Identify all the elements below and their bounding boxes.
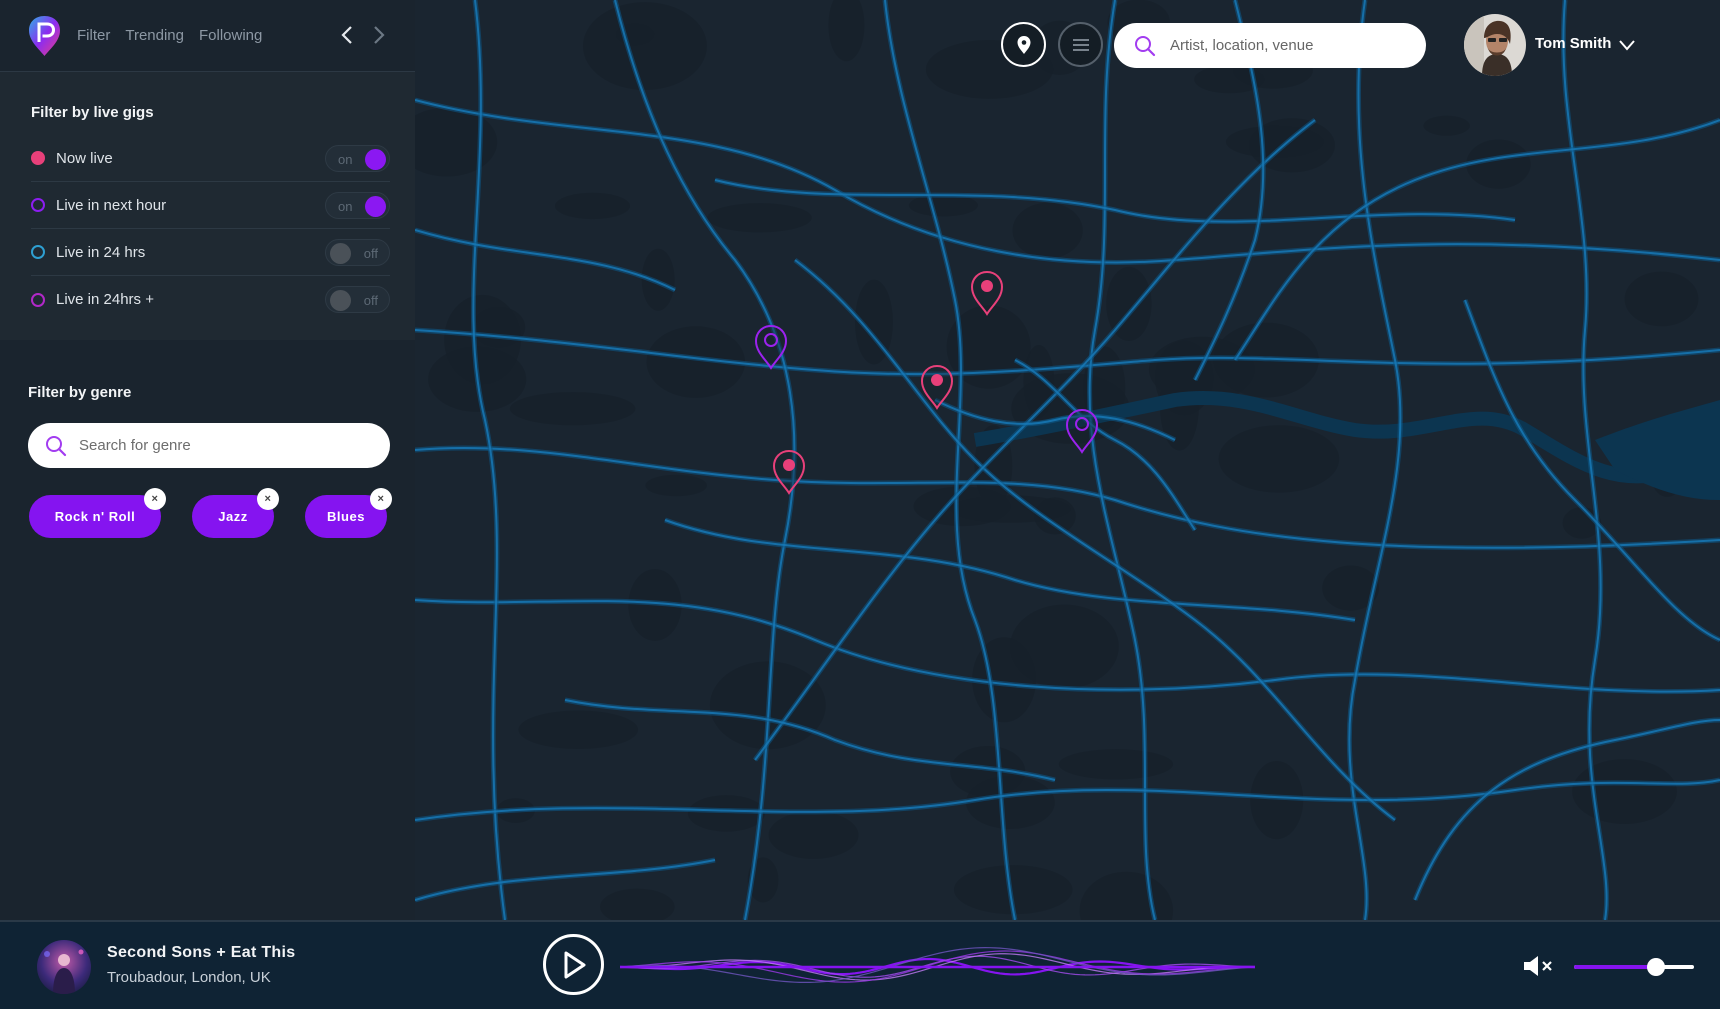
remove-chip-icon[interactable]: × xyxy=(144,488,166,510)
live-gigs-filter: Filter by live gigs Now live on Live in ne… xyxy=(0,72,415,340)
live-filter-row[interactable]: Now live on xyxy=(31,135,390,182)
live-filter-row[interactable]: Live in 24hrs + off xyxy=(31,276,390,323)
back-arrow-icon[interactable] xyxy=(338,22,356,48)
volume-slider[interactable] xyxy=(1574,958,1694,976)
live-filter-row[interactable]: Live in 24 hrs off xyxy=(31,229,390,276)
track-venue: Troubadour, London, UK xyxy=(107,969,271,986)
genre-filter: Filter by genre Rock n' Roll × Jazz × Blues × xyxy=(0,340,415,555)
main-search-box xyxy=(1114,23,1426,68)
toggle-state-label: off xyxy=(363,246,378,261)
album-cover[interactable] xyxy=(37,940,91,994)
history-nav xyxy=(338,22,388,48)
upcoming-gig-pin-icon[interactable] xyxy=(1064,408,1100,454)
gig-map[interactable] xyxy=(415,0,1720,920)
status-dot-icon xyxy=(31,292,45,307)
nav-filter[interactable]: Filter xyxy=(77,27,110,44)
user-name[interactable]: Tom Smith xyxy=(1535,35,1611,52)
live-gigs-title: Filter by live gigs xyxy=(31,104,154,121)
mute-icon[interactable] xyxy=(1522,954,1554,978)
genre-chip-label: Rock n' Roll xyxy=(54,509,136,524)
toggle-knob xyxy=(365,149,386,170)
user-avatar[interactable] xyxy=(1464,14,1526,76)
hamburger-icon xyxy=(1072,38,1089,51)
chevron-down-icon[interactable] xyxy=(1618,38,1636,52)
toggle-state-label: on xyxy=(338,152,353,167)
search-icon xyxy=(1135,35,1156,56)
genre-chip-label: Blues xyxy=(327,509,365,524)
live-filter-label: Live in next hour xyxy=(56,196,167,214)
toggle-knob xyxy=(330,290,351,311)
live-filter-toggle[interactable]: on xyxy=(325,192,390,219)
menu-button[interactable] xyxy=(1058,22,1103,67)
audio-waveform[interactable] xyxy=(620,942,1255,992)
nav-trending[interactable]: Trending xyxy=(125,27,184,44)
live-filter-label: Live in 24 hrs xyxy=(56,243,146,261)
status-dot-icon xyxy=(31,151,45,165)
live-gig-pin-icon[interactable] xyxy=(771,449,807,495)
live-gig-pin-icon[interactable] xyxy=(919,364,955,410)
upcoming-gig-pin-icon[interactable] xyxy=(753,324,789,370)
live-filter-row[interactable]: Live in next hour on xyxy=(31,182,390,229)
genre-search-box xyxy=(28,423,390,468)
live-filter-label: Live in 24hrs + xyxy=(56,291,154,308)
app-logo-icon[interactable] xyxy=(27,14,62,58)
live-filter-toggle[interactable]: off xyxy=(325,286,390,313)
toggle-knob xyxy=(365,196,386,217)
play-icon xyxy=(564,951,585,978)
toggle-state-label: off xyxy=(363,293,378,308)
remove-chip-icon[interactable]: × xyxy=(257,488,279,510)
sidebar-header: Filter Trending Following xyxy=(0,0,415,72)
status-dot-icon xyxy=(31,198,45,212)
genre-chip-label: Jazz xyxy=(218,509,248,524)
filter-sidebar: Filter Trending Following Filter by live… xyxy=(0,0,415,920)
play-button[interactable] xyxy=(543,934,604,995)
live-filter-label: Now live xyxy=(56,149,113,167)
location-pin-icon xyxy=(1017,35,1030,54)
live-filter-toggle[interactable]: off xyxy=(325,239,390,266)
road-network xyxy=(415,0,1720,920)
live-gig-pin-icon[interactable] xyxy=(969,270,1005,316)
toggle-knob xyxy=(330,243,351,264)
genre-chip[interactable]: Rock n' Roll × xyxy=(29,488,166,538)
location-button[interactable] xyxy=(1001,22,1046,67)
live-filter-toggle[interactable]: on xyxy=(325,145,390,172)
toggle-state-label: on xyxy=(338,199,353,214)
track-title: Second Sons + Eat This xyxy=(107,944,296,961)
genre-chip[interactable]: Jazz × xyxy=(192,488,279,538)
nav-following[interactable]: Following xyxy=(199,27,262,44)
genre-search-input[interactable] xyxy=(79,437,359,454)
main-search-input[interactable] xyxy=(1170,37,1410,54)
genre-chips: Rock n' Roll × Jazz × Blues × xyxy=(28,488,392,555)
volume-handle[interactable] xyxy=(1646,958,1665,976)
forward-arrow-icon[interactable] xyxy=(370,22,388,48)
status-dot-icon xyxy=(31,245,45,259)
search-icon xyxy=(46,435,67,456)
audio-player: Second Sons + Eat This Troubadour, Londo… xyxy=(0,920,1720,1009)
remove-chip-icon[interactable]: × xyxy=(370,488,392,510)
volume-fill xyxy=(1574,965,1656,969)
genre-chip[interactable]: Blues × xyxy=(305,488,392,538)
live-gigs-list: Now live on Live in next hour on Live in 24 … xyxy=(31,135,390,323)
genre-title: Filter by genre xyxy=(28,384,132,401)
